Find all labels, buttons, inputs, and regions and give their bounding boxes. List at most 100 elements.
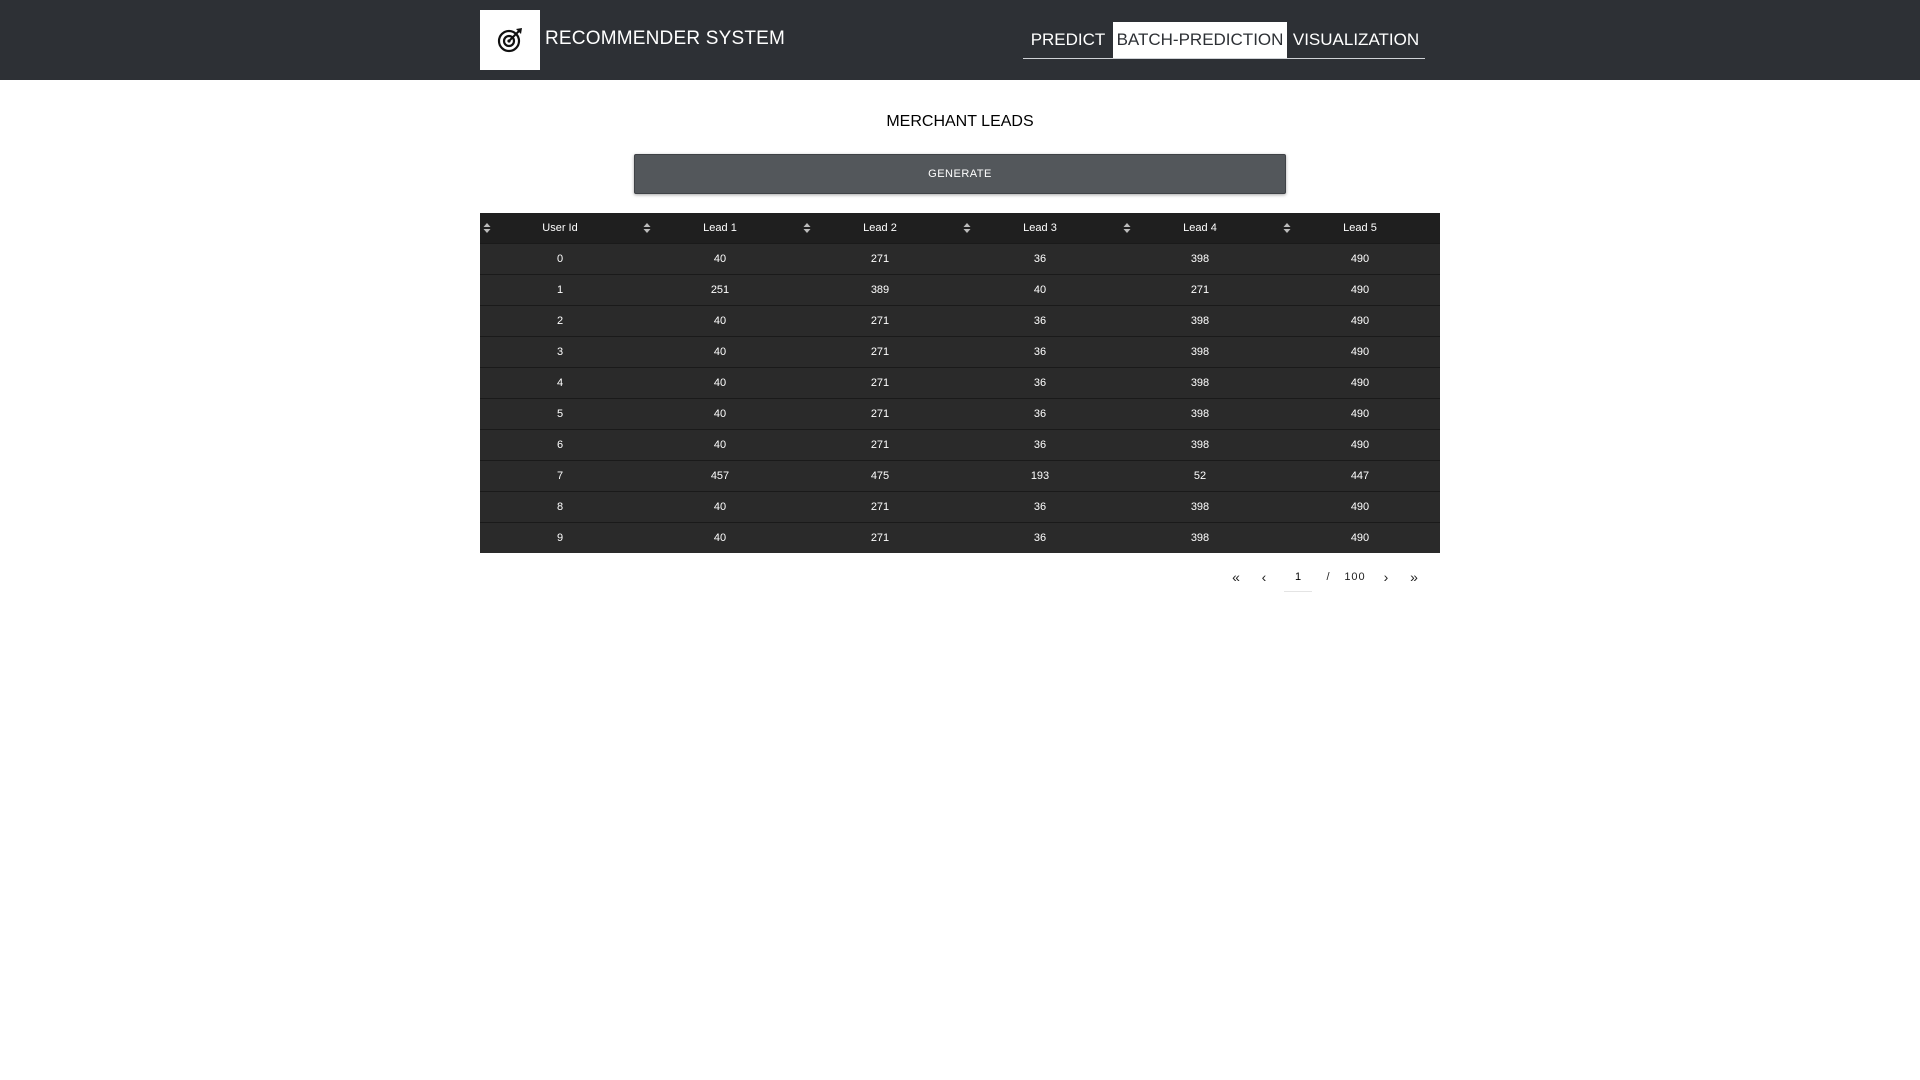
lead-cell: 271 bbox=[800, 429, 960, 461]
lead-cell: 36 bbox=[960, 367, 1120, 399]
lead-cell: 398 bbox=[1120, 398, 1280, 430]
user-id-cell: 2 bbox=[480, 305, 640, 337]
lead-cell: 398 bbox=[1120, 367, 1280, 399]
lead-cell: 447 bbox=[1280, 460, 1440, 492]
user-id-cell: 8 bbox=[480, 491, 640, 523]
lead-cell: 490 bbox=[1280, 522, 1440, 553]
user-id-cell: 9 bbox=[480, 522, 640, 553]
lead-cell: 490 bbox=[1280, 305, 1440, 337]
page-number-input[interactable] bbox=[1284, 562, 1312, 592]
column-header-label: Lead 5 bbox=[1343, 222, 1377, 234]
lead-cell: 490 bbox=[1280, 367, 1440, 399]
lead-cell: 271 bbox=[800, 522, 960, 553]
lead-cell: 271 bbox=[1120, 274, 1280, 306]
table-row: 3 40 271 36 398 490 bbox=[480, 336, 1440, 368]
lead-cell: 271 bbox=[800, 491, 960, 523]
lead-cell: 251 bbox=[640, 274, 800, 306]
table-row: 1 251 389 40 271 490 bbox=[480, 274, 1440, 306]
page-separator: / bbox=[1326, 571, 1330, 583]
lead-cell: 271 bbox=[800, 336, 960, 368]
last-page-icon[interactable]: » bbox=[1400, 569, 1428, 585]
lead-cell: 40 bbox=[640, 367, 800, 399]
table-header-row: User Id Lead 1 Lead 2 Lead 3 Lead 4 Lead 5 bbox=[480, 213, 1440, 244]
tab-predict[interactable]: PREDICT bbox=[1023, 22, 1113, 58]
user-id-cell: 4 bbox=[480, 367, 640, 399]
tab-batch-prediction[interactable]: BATCH-PREDICTION bbox=[1113, 22, 1287, 58]
lead-cell: 40 bbox=[640, 522, 800, 553]
column-header[interactable]: User Id bbox=[480, 213, 640, 244]
lead-cell: 40 bbox=[640, 336, 800, 368]
pagination: « ‹ / 100 › » bbox=[1222, 562, 1428, 592]
user-id-cell: 1 bbox=[480, 274, 640, 306]
page-title: MERCHANT LEADS bbox=[886, 113, 1034, 130]
lead-cell: 40 bbox=[640, 429, 800, 461]
app-title: RECOMMENDER SYSTEM bbox=[545, 28, 786, 49]
lead-cell: 40 bbox=[960, 274, 1120, 306]
prev-page-icon[interactable]: ‹ bbox=[1250, 569, 1278, 585]
lead-cell: 40 bbox=[640, 243, 800, 275]
lead-cell: 40 bbox=[640, 491, 800, 523]
lead-cell: 36 bbox=[960, 398, 1120, 430]
user-id-cell: 0 bbox=[480, 243, 640, 275]
sort-icon[interactable] bbox=[1123, 221, 1131, 235]
sort-icon[interactable] bbox=[643, 221, 651, 235]
lead-cell: 271 bbox=[800, 398, 960, 430]
lead-cell: 36 bbox=[960, 522, 1120, 553]
user-id-cell: 5 bbox=[480, 398, 640, 430]
lead-cell: 490 bbox=[1280, 398, 1440, 430]
column-header-label: Lead 1 bbox=[703, 222, 737, 234]
lead-cell: 490 bbox=[1280, 491, 1440, 523]
nav-tabs: PREDICT BATCH-PREDICTION VISUALIZATION bbox=[1023, 22, 1425, 59]
sort-icon[interactable] bbox=[483, 221, 491, 235]
logo bbox=[480, 10, 540, 70]
column-header[interactable]: Lead 4 bbox=[1120, 213, 1280, 244]
lead-cell: 40 bbox=[640, 305, 800, 337]
lead-cell: 490 bbox=[1280, 429, 1440, 461]
lead-cell: 52 bbox=[1120, 460, 1280, 492]
table-body: 0 40 271 36 398 490 1 251 389 40 271 490 2 40 271 36 398… bbox=[480, 243, 1440, 553]
column-header[interactable]: Lead 1 bbox=[640, 213, 800, 244]
lead-cell: 398 bbox=[1120, 429, 1280, 461]
lead-cell: 398 bbox=[1120, 336, 1280, 368]
column-header-label: User Id bbox=[542, 222, 578, 234]
lead-cell: 36 bbox=[960, 429, 1120, 461]
table-row: 6 40 271 36 398 490 bbox=[480, 429, 1440, 461]
target-icon bbox=[497, 28, 522, 53]
generate-button[interactable]: GENERATE bbox=[634, 154, 1286, 194]
table-row: 5 40 271 36 398 490 bbox=[480, 398, 1440, 430]
column-header-label: Lead 2 bbox=[863, 222, 897, 234]
top-navbar: RECOMMENDER SYSTEM PREDICT BATCH-PREDICT… bbox=[0, 0, 1920, 80]
table-row: 7 457 475 193 52 447 bbox=[480, 460, 1440, 492]
column-header-label: Lead 3 bbox=[1023, 222, 1057, 234]
lead-cell: 457 bbox=[640, 460, 800, 492]
lead-cell: 490 bbox=[1280, 336, 1440, 368]
lead-cell: 490 bbox=[1280, 243, 1440, 275]
lead-cell: 40 bbox=[640, 398, 800, 430]
sort-icon[interactable] bbox=[803, 221, 811, 235]
column-header[interactable]: Lead 5 bbox=[1280, 213, 1440, 244]
user-id-cell: 7 bbox=[480, 460, 640, 492]
tab-visualization[interactable]: VISUALIZATION bbox=[1287, 22, 1425, 58]
table-row: 9 40 271 36 398 490 bbox=[480, 522, 1440, 553]
column-header-label: Lead 4 bbox=[1183, 222, 1217, 234]
lead-cell: 36 bbox=[960, 336, 1120, 368]
user-id-cell: 6 bbox=[480, 429, 640, 461]
lead-cell: 271 bbox=[800, 305, 960, 337]
leads-table: User Id Lead 1 Lead 2 Lead 3 Lead 4 Lead 5 04… bbox=[480, 213, 1440, 553]
column-header[interactable]: Lead 2 bbox=[800, 213, 960, 244]
lead-cell: 398 bbox=[1120, 522, 1280, 553]
lead-cell: 36 bbox=[960, 491, 1120, 523]
lead-cell: 398 bbox=[1120, 491, 1280, 523]
sort-icon[interactable] bbox=[963, 221, 971, 235]
total-pages: 100 bbox=[1344, 571, 1366, 583]
lead-cell: 271 bbox=[800, 243, 960, 275]
column-header[interactable]: Lead 3 bbox=[960, 213, 1120, 244]
lead-cell: 389 bbox=[800, 274, 960, 306]
sort-icon[interactable] bbox=[1283, 221, 1291, 235]
table-row: 8 40 271 36 398 490 bbox=[480, 491, 1440, 523]
lead-cell: 36 bbox=[960, 305, 1120, 337]
table-row: 2 40 271 36 398 490 bbox=[480, 305, 1440, 337]
lead-cell: 36 bbox=[960, 243, 1120, 275]
next-page-icon[interactable]: › bbox=[1372, 569, 1400, 585]
first-page-icon[interactable]: « bbox=[1222, 569, 1250, 585]
